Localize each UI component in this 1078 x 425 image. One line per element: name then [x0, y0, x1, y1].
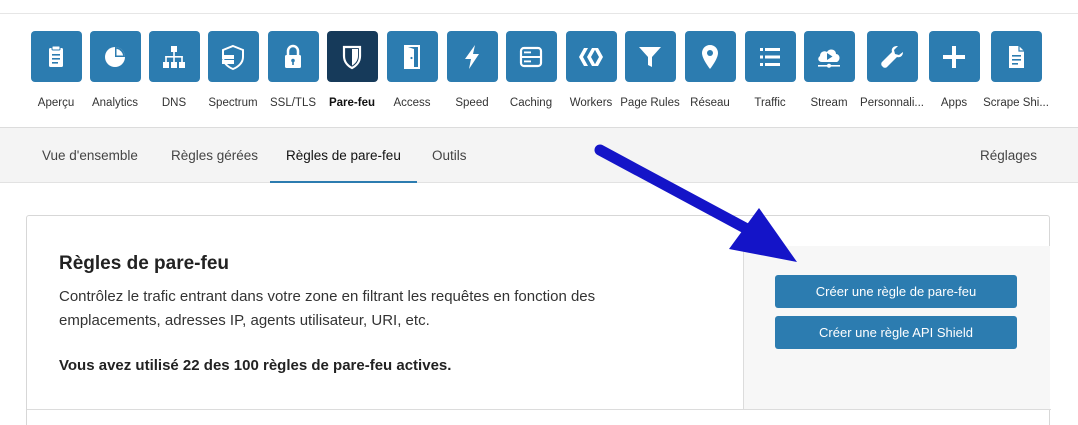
workers-icon — [565, 31, 617, 82]
tab-regles-gerees[interactable]: Règles gérées — [171, 128, 258, 183]
list-icon — [744, 31, 796, 82]
clipboard-icon — [30, 31, 82, 82]
app-ssl-tls[interactable]: SSL/TLS — [260, 31, 326, 109]
app-label: Analytics — [91, 97, 139, 109]
lightning-icon — [446, 31, 498, 82]
filter-icon — [624, 31, 676, 82]
app-reseau[interactable]: Réseau — [677, 31, 743, 109]
plus-icon — [928, 31, 980, 82]
card-title: Règles de pare-feu — [59, 253, 229, 274]
lock-icon — [267, 31, 319, 82]
door-icon — [386, 31, 438, 82]
app-label: Workers — [569, 97, 613, 109]
document-icon — [990, 31, 1042, 82]
app-label: Spectrum — [208, 97, 258, 109]
card-description: Contrôlez le trafic entrant dans votre z… — [59, 288, 596, 329]
card-divider — [743, 246, 744, 409]
tab-regles-pare-feu[interactable]: Règles de pare-feu — [270, 128, 417, 183]
app-apercu[interactable]: Aperçu — [23, 31, 89, 109]
app-pare-feu[interactable]: Pare-feu — [319, 31, 385, 109]
tab-vue-ensemble[interactable]: Vue d'ensemble — [42, 128, 138, 183]
app-workers[interactable]: Workers — [558, 31, 624, 109]
create-api-shield-rule-button[interactable]: Créer une règle API Shield — [775, 316, 1017, 349]
app-speed[interactable]: Speed — [439, 31, 505, 109]
app-label: Caching — [509, 97, 553, 109]
app-access[interactable]: Access — [379, 31, 445, 109]
network-icon — [148, 31, 200, 82]
app-bar: Aperçu Analytics DNS Spectrum SSL/TLS Pa… — [0, 14, 1078, 128]
app-page-rules[interactable]: Page Rules — [617, 31, 683, 109]
app-label: Speed — [455, 97, 489, 109]
app-label: Page Rules — [620, 97, 680, 109]
app-analytics[interactable]: Analytics — [82, 31, 148, 109]
app-label: Scrape Shi... — [983, 97, 1049, 109]
app-label: Aperçu — [37, 97, 75, 109]
app-personnalisation[interactable]: Personnali... — [859, 31, 925, 109]
rules-usage-text: Vous avez utilisé 22 des 100 règles de p… — [59, 357, 452, 374]
create-firewall-rule-button[interactable]: Créer une règle de pare-feu — [775, 275, 1017, 308]
app-label: Réseau — [690, 97, 730, 109]
sub-navigation: Vue d'ensemble Règles gérées Règles de p… — [0, 128, 1078, 183]
shield-icon — [326, 31, 378, 82]
server-icon — [505, 31, 557, 82]
wrench-icon — [866, 31, 918, 82]
app-label: Apps — [940, 97, 968, 109]
app-label: Traffic — [754, 97, 786, 109]
shield-server-icon — [207, 31, 259, 82]
app-apps[interactable]: Apps — [921, 31, 987, 109]
app-traffic[interactable]: Traffic — [737, 31, 803, 109]
cloud-play-icon — [803, 31, 855, 82]
app-label: Stream — [810, 97, 848, 109]
app-stream[interactable]: Stream — [796, 31, 862, 109]
location-pin-icon — [684, 31, 736, 82]
card-divider — [27, 409, 1051, 410]
tab-outils[interactable]: Outils — [432, 128, 467, 183]
firewall-rules-card: Règles de pare-feu Contrôlez le trafic e… — [26, 215, 1051, 425]
app-spectrum[interactable]: Spectrum — [200, 31, 266, 109]
app-label: Access — [393, 97, 431, 109]
app-label: Pare-feu — [328, 97, 376, 109]
settings-link[interactable]: Réglages — [980, 128, 1037, 183]
app-dns[interactable]: DNS — [141, 31, 207, 109]
pie-chart-icon — [89, 31, 141, 82]
app-label: DNS — [161, 97, 187, 109]
app-label: Personnali... — [860, 97, 924, 109]
app-label: SSL/TLS — [269, 97, 317, 109]
app-caching[interactable]: Caching — [498, 31, 564, 109]
app-scrape-shield[interactable]: Scrape Shi... — [983, 31, 1049, 109]
